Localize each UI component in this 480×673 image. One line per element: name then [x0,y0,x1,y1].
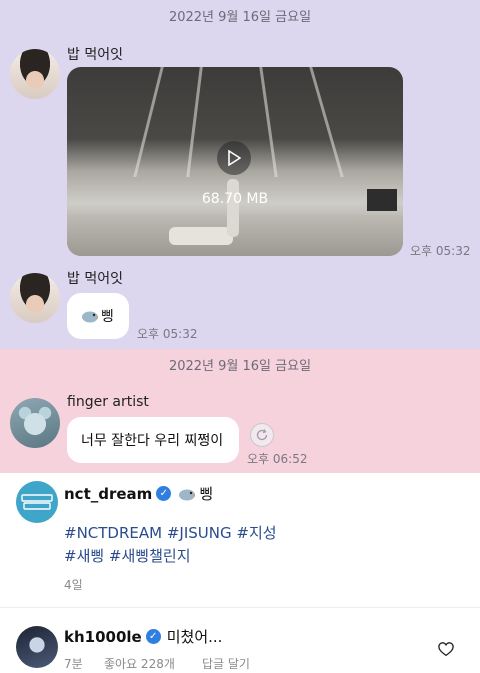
date-header: 2022년 9월 16일 금요일 [168,359,312,374]
play-button[interactable] [217,141,251,175]
message-text: 삥 [101,309,114,325]
caption-age: 4일 [64,578,83,592]
caption-hashtags: #NCTDREAM #JISUNG #지성 #새삥 #새삥챌린지 [64,522,277,568]
verified-icon: ✓ [156,486,172,501]
ceiling-beam [186,67,203,177]
video-message[interactable]: 68.70 MB [67,67,403,256]
bird-emoji-icon [82,311,98,323]
like-heart-icon[interactable] [437,640,455,658]
commenter-avatar[interactable] [16,626,58,668]
message-time: 오후 05:32 [410,244,471,258]
sender-name: 밥 먹어잇 [67,271,123,287]
comment-header: kh1000le ✓ 미쳤어... [64,626,222,647]
sender-avatar[interactable] [10,398,60,448]
retry-button[interactable] [250,423,274,447]
bird-emoji-icon [179,489,196,500]
reply-button[interactable]: 답글 달기 [202,655,250,672]
video-person [227,179,239,237]
video-file-size: 68.70 MB [201,191,269,207]
divider [0,607,480,608]
ceiling-beam [309,67,344,177]
caption-header: nct_dream ✓ 삥 [64,483,213,504]
message-text: 너무 잘한다 우리 찌쩡이 [81,433,224,449]
message-bubble[interactable]: 삥 [67,293,129,339]
ceiling-beam [133,67,164,177]
message-time: 오후 05:32 [137,327,198,341]
sender-avatar[interactable] [10,273,60,323]
video-sofa [169,227,233,245]
nct-dream-logo-icon [21,494,53,510]
sender-name: finger artist [67,394,149,410]
message-time: 오후 06:52 [247,452,308,466]
caption-text: 삥 [199,485,214,503]
verified-icon: ✓ [145,629,161,644]
sender-name: 밥 먹어잇 [67,47,123,63]
nct-dream-avatar[interactable] [16,481,58,523]
comment-likes[interactable]: 좋아요 228개 [104,655,175,672]
message-bubble[interactable]: 너무 잘한다 우리 찌쩡이 [67,417,239,463]
sender-avatar[interactable] [10,49,60,99]
hashtag-line[interactable]: #NCTDREAM #JISUNG #지성 [64,522,277,545]
refresh-icon [256,429,268,441]
ceiling-beam [259,67,278,177]
comment-age: 7분 [64,657,83,671]
play-icon [228,150,241,166]
hashtag-line[interactable]: #새삥 #새삥챌린지 [64,545,277,568]
comment-username[interactable]: kh1000le [64,628,142,646]
date-header: 2022년 9월 16일 금요일 [168,10,312,25]
caption-username[interactable]: nct_dream [64,485,152,503]
comment-text: 미쳤어... [166,628,223,646]
